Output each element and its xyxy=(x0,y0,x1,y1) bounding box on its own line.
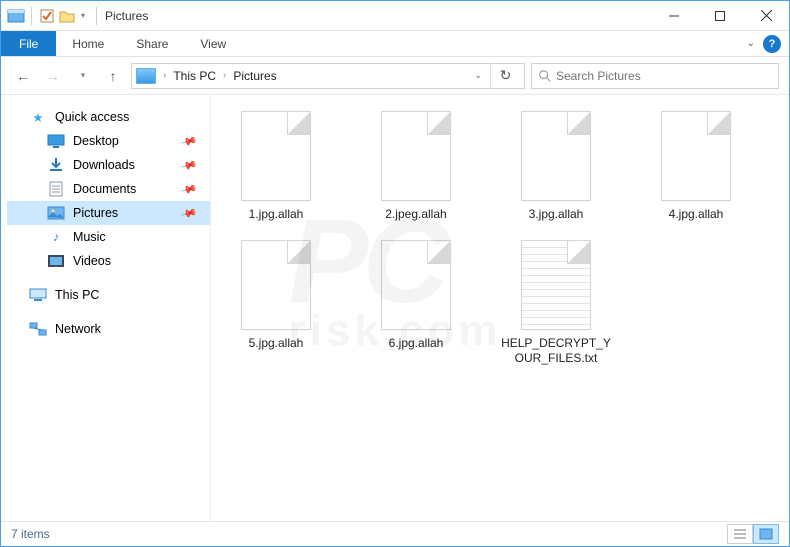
sidebar-item-label: Desktop xyxy=(73,134,119,148)
file-name: HELP_DECRYPT_YOUR_FILES.txt xyxy=(501,336,611,366)
tab-share[interactable]: Share xyxy=(120,31,184,56)
breadcrumb-item[interactable]: Pictures xyxy=(231,69,278,83)
file-icon xyxy=(381,240,451,330)
sidebar-item-label: Downloads xyxy=(73,158,135,172)
file-item[interactable]: 4.jpg.allah xyxy=(641,111,751,222)
pin-icon: 📌 xyxy=(180,132,198,150)
star-icon: ★ xyxy=(29,109,47,125)
sidebar-network[interactable]: Network xyxy=(7,317,210,341)
sidebar-item-documents[interactable]: Documents 📌 xyxy=(7,177,210,201)
this-pc-icon xyxy=(29,287,47,303)
item-count: 7 items xyxy=(11,527,50,541)
sidebar-item-label: Documents xyxy=(73,182,136,196)
file-icon xyxy=(241,111,311,201)
checkbox-icon[interactable] xyxy=(38,7,56,25)
sidebar-item-music[interactable]: ♪ Music xyxy=(7,225,210,249)
sidebar-item-label: Music xyxy=(73,230,106,244)
address-bar-row: ← → ▾ ↑ › This PC › Pictures ⌄ ↻ xyxy=(1,57,789,95)
maximize-button[interactable] xyxy=(697,1,743,31)
network-icon xyxy=(29,321,47,337)
refresh-button[interactable]: ↻ xyxy=(490,63,520,89)
breadcrumb-dropdown-icon[interactable]: ⌄ xyxy=(474,70,482,81)
file-name: 1.jpg.allah xyxy=(249,207,304,222)
music-icon: ♪ xyxy=(47,229,65,245)
chevron-right-icon[interactable]: › xyxy=(220,70,229,81)
folder-qat-icon[interactable] xyxy=(58,7,76,25)
file-item[interactable]: HELP_DECRYPT_YOUR_FILES.txt xyxy=(501,240,611,366)
up-button[interactable]: ↑ xyxy=(101,64,125,88)
tab-home[interactable]: Home xyxy=(56,31,120,56)
file-item[interactable]: 3.jpg.allah xyxy=(501,111,611,222)
sidebar-item-pictures[interactable]: Pictures 📌 xyxy=(7,201,210,225)
pictures-icon xyxy=(136,68,156,84)
file-tab[interactable]: File xyxy=(1,31,56,56)
help-icon[interactable]: ? xyxy=(763,35,781,53)
app-icon xyxy=(7,7,25,25)
back-button[interactable]: ← xyxy=(11,64,35,88)
file-item[interactable]: 2.jpeg.allah xyxy=(361,111,471,222)
tab-view[interactable]: View xyxy=(184,31,242,56)
titlebar: ▾ Pictures xyxy=(1,1,789,31)
window-title: Pictures xyxy=(105,9,148,23)
ribbon-expand-icon[interactable]: ⌄ xyxy=(747,38,755,49)
chevron-right-icon[interactable]: › xyxy=(160,70,169,81)
downloads-icon xyxy=(47,157,65,173)
file-item[interactable]: 6.jpg.allah xyxy=(361,240,471,366)
file-icon xyxy=(381,111,451,201)
icons-view-button[interactable] xyxy=(753,524,779,544)
breadcrumb-item[interactable]: This PC xyxy=(171,69,218,83)
sidebar-item-videos[interactable]: Videos xyxy=(7,249,210,273)
pin-icon: 📌 xyxy=(180,156,198,174)
search-input[interactable] xyxy=(556,69,772,83)
file-name: 4.jpg.allah xyxy=(669,207,724,222)
close-button[interactable] xyxy=(743,1,789,31)
ribbon: File Home Share View ⌄ ? xyxy=(1,31,789,57)
file-name: 5.jpg.allah xyxy=(249,336,304,351)
file-item[interactable]: 1.jpg.allah xyxy=(221,111,331,222)
sidebar-item-label: Videos xyxy=(73,254,111,268)
file-icon xyxy=(661,111,731,201)
file-name: 2.jpeg.allah xyxy=(385,207,446,222)
sidebar-item-label: This PC xyxy=(55,288,99,302)
sidebar-item-label: Pictures xyxy=(73,206,118,220)
desktop-icon xyxy=(47,133,65,149)
file-icon xyxy=(241,240,311,330)
sidebar-item-label: Quick access xyxy=(55,110,129,124)
navigation-pane: ★ Quick access Desktop 📌 Downloads 📌 Doc… xyxy=(1,95,211,521)
file-name: 3.jpg.allah xyxy=(529,207,584,222)
documents-icon xyxy=(47,181,65,197)
file-item[interactable]: 5.jpg.allah xyxy=(221,240,331,366)
window-controls xyxy=(651,1,789,31)
breadcrumb[interactable]: › This PC › Pictures ⌄ ↻ xyxy=(131,63,525,89)
status-bar: 7 items xyxy=(1,521,789,545)
sidebar-item-desktop[interactable]: Desktop 📌 xyxy=(7,129,210,153)
quick-access-toolbar: ▾ Pictures xyxy=(1,7,148,25)
text-file-icon xyxy=(521,240,591,330)
details-view-button[interactable] xyxy=(727,524,753,544)
videos-icon xyxy=(47,253,65,269)
recent-dropdown[interactable]: ▾ xyxy=(71,64,95,88)
divider xyxy=(96,7,97,25)
sidebar-item-label: Network xyxy=(55,322,101,336)
minimize-button[interactable] xyxy=(651,1,697,31)
body: ★ Quick access Desktop 📌 Downloads 📌 Doc… xyxy=(1,95,789,521)
divider xyxy=(31,7,32,25)
sidebar-item-downloads[interactable]: Downloads 📌 xyxy=(7,153,210,177)
qat-dropdown-icon[interactable]: ▾ xyxy=(78,7,88,25)
sidebar-quick-access[interactable]: ★ Quick access xyxy=(7,105,210,129)
file-name: 6.jpg.allah xyxy=(389,336,444,351)
file-icon xyxy=(521,111,591,201)
forward-button[interactable]: → xyxy=(41,64,65,88)
pin-icon: 📌 xyxy=(180,204,198,222)
search-box[interactable] xyxy=(531,63,779,89)
pin-icon: 📌 xyxy=(180,180,198,198)
file-list[interactable]: 1.jpg.allah 2.jpeg.allah 3.jpg.allah 4.jpg.… xyxy=(211,95,789,521)
search-icon xyxy=(538,69,552,83)
sidebar-this-pc[interactable]: This PC xyxy=(7,283,210,307)
pictures-icon xyxy=(47,205,65,221)
